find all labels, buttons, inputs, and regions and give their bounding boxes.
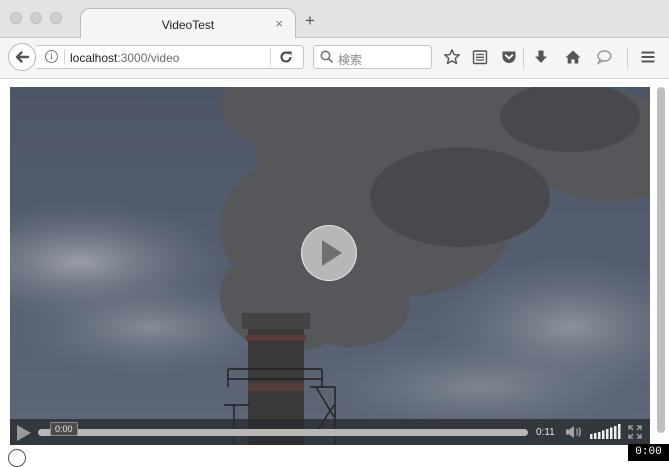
zoom-window-button[interactable] xyxy=(50,12,62,24)
chat-bubble-icon[interactable] xyxy=(595,48,613,66)
menu-separator xyxy=(627,47,628,69)
fullscreen-icon[interactable] xyxy=(628,425,642,439)
search-icon xyxy=(320,50,334,64)
toolbar-separator xyxy=(523,47,524,69)
back-button[interactable] xyxy=(8,43,36,71)
reload-icon[interactable] xyxy=(278,49,294,65)
tab-bar: VideoTest × + xyxy=(0,0,669,39)
home-icon[interactable] xyxy=(564,48,582,66)
video-player[interactable]: 0:00 0:11 xyxy=(10,87,650,445)
vertical-scrollbar[interactable] xyxy=(657,87,665,433)
progress-bar[interactable]: 0:00 xyxy=(38,422,528,436)
corner-timer-overlay: 0:00 xyxy=(628,444,669,461)
volume-slider[interactable] xyxy=(590,424,622,439)
play-icon xyxy=(322,240,342,266)
hamburger-menu-icon[interactable] xyxy=(639,48,657,66)
url-separator xyxy=(64,49,65,65)
bookmark-star-icon[interactable] xyxy=(443,48,461,66)
tab-title: VideoTest xyxy=(161,18,215,32)
play-button[interactable] xyxy=(17,425,31,441)
new-tab-button[interactable]: + xyxy=(305,12,315,29)
url-text[interactable]: localhost:3000/video xyxy=(70,51,179,65)
url-host: localhost xyxy=(70,51,118,65)
minimize-window-button[interactable] xyxy=(30,12,42,24)
search-placeholder: 検索 xyxy=(338,53,363,67)
page-content: 0:00 0:11 xyxy=(0,79,669,467)
download-arrow-icon[interactable] xyxy=(532,48,550,66)
navigation-bar: i localhost:3000/video 検索 xyxy=(0,38,669,79)
current-time-tooltip: 0:00 xyxy=(50,422,78,436)
big-play-button[interactable] xyxy=(301,225,357,281)
info-icon[interactable]: i xyxy=(45,50,58,63)
tab-videotest[interactable]: VideoTest × xyxy=(80,8,296,39)
tab-close-icon[interactable]: × xyxy=(275,16,283,31)
close-window-button[interactable] xyxy=(10,12,22,24)
reload-separator xyxy=(270,48,271,66)
duration-label: 0:11 xyxy=(536,427,555,438)
bottom-left-circle-control xyxy=(8,449,26,467)
url-path: :3000/video xyxy=(117,51,180,65)
reader-list-icon[interactable] xyxy=(471,48,489,66)
volume-speaker-icon[interactable] xyxy=(565,425,583,439)
video-controls-bar: 0:00 0:11 xyxy=(10,419,650,445)
pocket-icon[interactable] xyxy=(500,48,518,66)
search-box[interactable]: 検索 xyxy=(313,45,432,69)
url-bar[interactable]: i localhost:3000/video xyxy=(37,45,304,69)
back-arrow-icon xyxy=(15,51,30,63)
